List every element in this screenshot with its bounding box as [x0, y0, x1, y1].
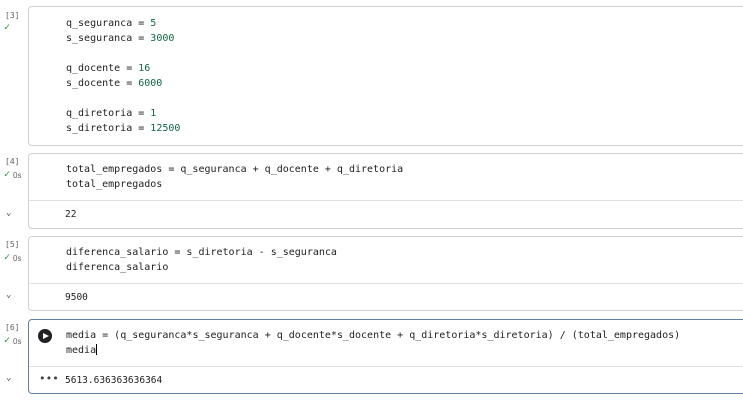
chevron-down-icon[interactable]: ⌄: [6, 373, 11, 383]
cell-output: 9500: [65, 292, 88, 303]
code-block: media = (q_seguranca*s_seguranca + q_doc…: [66, 330, 681, 356]
code-block: diferenca_salario = s_diretoria - s_segu…: [66, 247, 337, 273]
code-editor[interactable]: q_seguranca = 5 s_seguranca = 3000 q_doc…: [28, 6, 743, 146]
execution-count: [6]: [5, 323, 20, 332]
check-icon: ✓: [4, 169, 11, 180]
code-editor[interactable]: media = (q_seguranca*s_seguranca + q_doc…: [28, 319, 743, 394]
execution-count: [3]: [5, 11, 20, 20]
execution-time: 0s: [13, 171, 22, 180]
play-circle-icon[interactable]: [38, 329, 52, 343]
chevron-down-icon[interactable]: ⌄: [6, 208, 11, 218]
code-editor[interactable]: diferenca_salario = s_diretoria - s_segu…: [28, 236, 743, 311]
check-icon: ✓: [4, 252, 11, 263]
cell-output: 5613.636363636364: [65, 375, 163, 386]
cell-output: 22: [65, 209, 77, 220]
code-editor[interactable]: total_empregados = q_seguranca + q_docen…: [28, 153, 743, 229]
execution-time: 0s: [13, 254, 22, 263]
text-cursor: [96, 344, 98, 355]
execution-count: [5]: [5, 240, 20, 249]
more-horiz-icon[interactable]: •••: [39, 372, 59, 385]
divider: [29, 200, 743, 201]
divider: [29, 283, 743, 284]
code-block: total_empregados = q_seguranca + q_docen…: [66, 164, 404, 190]
check-icon: ✓: [4, 22, 11, 33]
execution-count: [4]: [5, 157, 20, 166]
divider: [29, 366, 743, 367]
chevron-down-icon[interactable]: ⌄: [6, 290, 11, 300]
code-block: q_seguranca = 5 s_seguranca = 3000 q_doc…: [66, 18, 181, 134]
execution-time: 0s: [13, 337, 22, 346]
check-icon: ✓: [4, 335, 11, 346]
